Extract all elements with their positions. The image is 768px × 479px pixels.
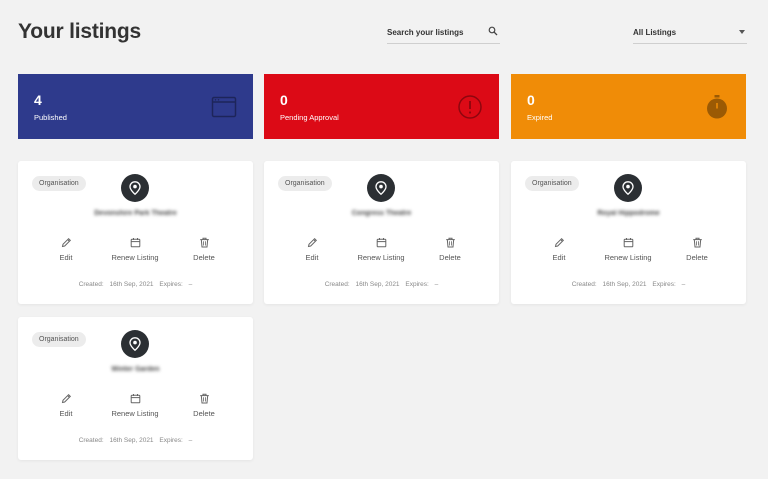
- edit-button[interactable]: Edit: [36, 237, 96, 262]
- listing-card: Organisation Devonshire Park Theatre Edi…: [18, 161, 253, 304]
- listing-meta: Created: 16th Sep, 2021 Expires: –: [511, 281, 746, 288]
- delete-button[interactable]: Delete: [174, 237, 234, 262]
- filter-selected-value: All Listings: [633, 28, 677, 37]
- expires-label: Expires:: [405, 281, 429, 288]
- listing-name[interactable]: Devonshire Park Theatre: [18, 210, 253, 217]
- search-input[interactable]: [387, 24, 482, 37]
- delete-button[interactable]: Delete: [174, 393, 234, 418]
- edit-button[interactable]: Edit: [282, 237, 342, 262]
- chevron-down-icon: [739, 30, 745, 34]
- location-pin-icon: [367, 174, 395, 202]
- renew-listing-button[interactable]: Renew Listing: [598, 237, 658, 262]
- listing-card: Organisation Winter Garden Edit Renew Li…: [18, 317, 253, 460]
- created-label: Created:: [324, 281, 350, 288]
- listing-meta: Created: 16th Sep, 2021 Expires: –: [264, 281, 499, 288]
- renew-listing-button[interactable]: Renew Listing: [105, 393, 165, 418]
- page-title: Your listings: [18, 20, 142, 43]
- renew-listing-button[interactable]: Renew Listing: [351, 237, 411, 262]
- delete-button[interactable]: Delete: [667, 237, 727, 262]
- location-pin-icon: [121, 330, 149, 358]
- listing-card: Organisation Congress Theatre Edit Renew…: [264, 161, 499, 304]
- stat-card-published[interactable]: 4 Published: [18, 74, 253, 139]
- expires-label: Expires:: [159, 281, 183, 288]
- trash-icon: [199, 393, 209, 404]
- created-date: 16th Sep, 2021: [109, 281, 154, 288]
- info-circle-icon: [458, 95, 482, 119]
- expires-date: –: [681, 281, 686, 288]
- trash-icon: [692, 237, 702, 248]
- listing-type-badge: Organisation: [278, 176, 332, 191]
- expires-label: Expires:: [652, 281, 676, 288]
- edit-button[interactable]: Edit: [529, 237, 589, 262]
- expires-date: –: [188, 281, 193, 288]
- listing-type-badge: Organisation: [32, 176, 86, 191]
- edit-button[interactable]: Edit: [36, 393, 96, 418]
- created-date: 16th Sep, 2021: [355, 281, 400, 288]
- delete-label: Delete: [686, 253, 708, 262]
- renew-listing-button[interactable]: Renew Listing: [105, 237, 165, 262]
- listing-meta: Created: 16th Sep, 2021 Expires: –: [18, 281, 253, 288]
- trash-icon: [445, 237, 455, 248]
- listing-card: Organisation Royal Hippodrome Edit Renew…: [511, 161, 746, 304]
- edit-label: Edit: [59, 253, 73, 262]
- created-date: 16th Sep, 2021: [109, 437, 154, 444]
- search-box: [387, 22, 500, 44]
- delete-label: Delete: [439, 253, 461, 262]
- expires-date: –: [434, 281, 439, 288]
- edit-label: Edit: [552, 253, 566, 262]
- delete-button[interactable]: Delete: [420, 237, 480, 262]
- created-date: 16th Sep, 2021: [602, 281, 647, 288]
- edit-label: Edit: [305, 253, 319, 262]
- listing-filter-select[interactable]: All Listings: [633, 22, 747, 44]
- listing-meta: Created: 16th Sep, 2021 Expires: –: [18, 437, 253, 444]
- listing-name[interactable]: Congress Theatre: [264, 210, 499, 217]
- renew-listing-label: Renew Listing: [604, 253, 652, 262]
- created-label: Created:: [78, 437, 104, 444]
- browser-window-icon: [211, 96, 237, 118]
- edit-label: Edit: [59, 409, 73, 418]
- pencil-icon: [554, 237, 564, 248]
- renew-listing-label: Renew Listing: [111, 409, 159, 418]
- renew-listing-label: Renew Listing: [111, 253, 159, 262]
- created-label: Created:: [571, 281, 597, 288]
- calendar-icon: [376, 238, 386, 248]
- pencil-icon: [61, 393, 71, 404]
- listing-name[interactable]: Royal Hippodrome: [511, 210, 746, 217]
- renew-listing-label: Renew Listing: [357, 253, 405, 262]
- expires-date: –: [188, 437, 193, 444]
- listing-type-badge: Organisation: [525, 176, 579, 191]
- delete-label: Delete: [193, 409, 215, 418]
- trash-icon: [199, 237, 209, 248]
- calendar-icon: [623, 238, 633, 248]
- search-icon[interactable]: [488, 26, 498, 36]
- calendar-icon: [130, 238, 140, 248]
- stat-card-expired[interactable]: 0 Expired: [511, 74, 746, 139]
- stopwatch-icon: [707, 95, 727, 119]
- stat-card-pending-approval[interactable]: 0 Pending Approval: [264, 74, 499, 139]
- listing-name[interactable]: Winter Garden: [18, 366, 253, 373]
- expires-label: Expires:: [159, 437, 183, 444]
- created-label: Created:: [78, 281, 104, 288]
- pencil-icon: [307, 237, 317, 248]
- location-pin-icon: [121, 174, 149, 202]
- location-pin-icon: [614, 174, 642, 202]
- delete-label: Delete: [193, 253, 215, 262]
- calendar-icon: [130, 394, 140, 404]
- pencil-icon: [61, 237, 71, 248]
- listing-type-badge: Organisation: [32, 332, 86, 347]
